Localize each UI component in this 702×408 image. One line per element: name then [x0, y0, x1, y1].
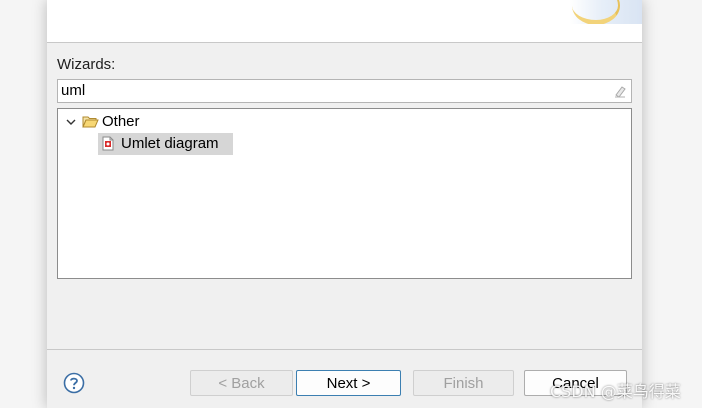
wizard-banner — [47, 0, 642, 43]
chevron-down-icon[interactable] — [64, 115, 78, 129]
wizards-label: Wizards: — [57, 56, 116, 73]
new-wizard-dialog: Wizards: Other Umlet — [47, 0, 642, 408]
wizard-filter-field[interactable] — [57, 79, 632, 103]
next-button[interactable]: Next > — [296, 370, 401, 396]
wizard-filter-input[interactable] — [58, 80, 611, 102]
file-icon — [102, 136, 114, 151]
tree-item-label: Other — [102, 113, 140, 130]
banner-image — [570, 0, 642, 24]
folder-open-icon — [82, 116, 99, 128]
watermark-text: CSDN @菜鸟得菜 — [550, 382, 681, 401]
button-bar-separator — [47, 349, 642, 350]
wizard-tree: Other Umlet diagram — [57, 108, 632, 279]
back-button[interactable]: < Back — [190, 370, 293, 396]
help-icon[interactable] — [63, 372, 85, 394]
finish-button[interactable]: Finish — [413, 370, 514, 396]
clear-filter-icon[interactable] — [613, 84, 627, 98]
tree-item-label: Umlet diagram — [121, 135, 219, 152]
